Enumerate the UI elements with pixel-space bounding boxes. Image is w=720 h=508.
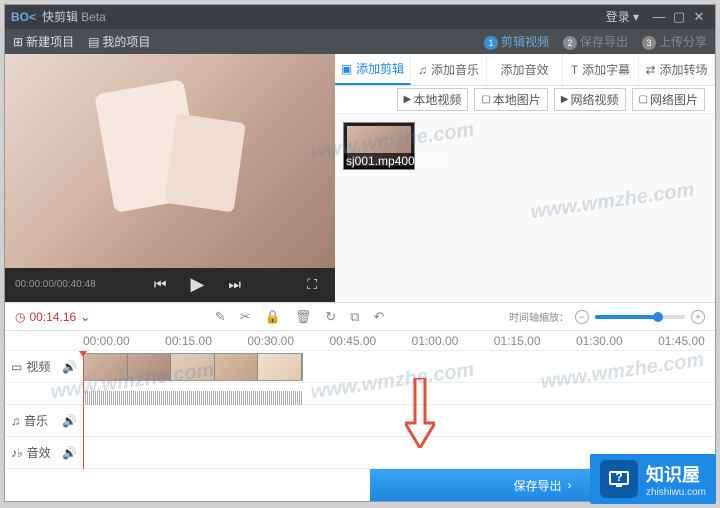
player-controls: 00:00:00/00:40:48 ⏮ ▶ ⏭ ⛶ [5,268,335,302]
clip-bin: sj001.mp400:40:48 [335,114,715,301]
svg-text:?: ? [615,470,622,484]
playhead[interactable] [83,351,84,469]
video-mute-button[interactable]: 🔊 [62,360,77,374]
trash-icon[interactable]: 🗑 [288,309,319,325]
music-track-icon: ♫ [11,414,20,428]
my-projects-button[interactable]: ▤我的项目 [88,33,150,50]
app-logo: BO< [11,10,36,24]
timeline: 00:00.00 00:15.00 00:30.00 00:45.00 01:0… [5,331,715,469]
beta-label: Beta [81,10,106,24]
audio-waveform-track [5,383,715,405]
timeline-ruler[interactable]: 00:00.00 00:15.00 00:30.00 00:45.00 01:0… [5,331,715,351]
close-button[interactable]: ✕ [689,9,709,25]
next-button[interactable]: ⏭ [220,276,249,293]
step-upload[interactable]: 3上传分享 [642,33,707,50]
net-image-button[interactable]: ▢网络图片 [632,88,705,111]
net-video-button[interactable]: ▶网络视频 [554,88,626,111]
login-link[interactable]: 登录 ▾ [606,8,639,25]
clip-duration: 00:40:48 [401,154,448,168]
edit-toolbar: ◷ 00:14.16 ⌄ ✎ ✂ 🔒 🗑 ↻ ⧉ ↶ 时间轴缩放： − + [5,302,715,332]
tab-clip[interactable]: ▣添加剪辑 [335,54,411,85]
app-name: 快剪辑 [42,8,78,25]
zoom-slider[interactable] [595,315,685,319]
minimize-button[interactable]: — [649,9,669,24]
maximize-button[interactable]: ▢ [669,9,689,25]
local-video-button[interactable]: ▶本地视频 [397,88,469,111]
zoom-label: 时间轴缩放： [509,309,569,324]
film-icon: ▣ [341,62,352,76]
brand-cn: 知识屋 [646,461,706,487]
video-preview[interactable] [5,54,335,267]
chevron-right-icon: › [568,478,572,492]
video-track: ▭视频🔊 [5,351,715,383]
new-project-button[interactable]: ⊞新建项目 [13,33,74,50]
scissors-icon[interactable]: ✂ [233,309,258,325]
undo-icon[interactable]: ↶ [367,309,392,325]
prev-button[interactable]: ⏮ [146,276,175,293]
timeline-timecode: 00:14.16 [29,310,76,324]
lock-icon[interactable]: 🔒 [258,309,288,325]
video-player: 00:00:00/00:40:48 ⏮ ▶ ⏭ ⛶ [5,54,335,301]
folder-icon: ▤ [88,35,99,49]
video-track-icon: ▭ [11,360,22,374]
music-icon: ♫ [418,63,427,77]
tab-music[interactable]: ♫添加音乐 [411,54,487,85]
step-export[interactable]: 2保存导出 [563,33,628,50]
zoom-out-button[interactable]: − [575,310,589,324]
asset-tabs: ▣添加剪辑 ♫添加音乐 添加音效 T添加字幕 ⇄添加转场 [335,54,715,86]
copy-icon[interactable]: ⧉ [343,309,366,325]
clip-name: sj001.mp4 [346,154,401,168]
pencil-icon[interactable]: ✎ [208,309,233,325]
tab-subtitle[interactable]: T添加字幕 [563,54,639,85]
transition-icon: ⇄ [645,63,655,77]
brand-badge: ? 知识屋zhishiwu.com [590,454,716,504]
fullscreen-button[interactable]: ⛶ [299,276,325,293]
sfx-track-icon: ♪♭ [11,446,23,460]
local-image-button[interactable]: ▢本地图片 [474,88,547,111]
source-buttons: ▶本地视频 ▢本地图片 ▶网络视频 ▢网络图片 [335,86,715,114]
tab-sfx[interactable]: 添加音效 [487,54,563,85]
zoom-in-button[interactable]: + [691,310,705,324]
clip-thumbnail[interactable]: sj001.mp400:40:48 [343,122,415,170]
tab-transition[interactable]: ⇄添加转场 [639,54,715,85]
audio-waveform[interactable] [83,391,303,405]
text-icon: T [571,63,578,77]
titlebar: BO< 快剪辑 Beta 登录 ▾ — ▢ ✕ [5,5,715,29]
timeline-clip[interactable] [83,353,303,381]
chevron-down-icon[interactable]: ⌄ [80,310,90,324]
step-edit[interactable]: 1剪辑视频 [484,33,549,50]
clock-icon: ◷ [15,310,25,324]
brand-en: zhishiwu.com [646,487,706,498]
sfx-mute-button[interactable]: 🔊 [62,446,77,460]
music-track: ♫音乐🔊 [5,405,715,437]
brand-icon: ? [600,460,638,498]
menubar: ⊞新建项目 ▤我的项目 1剪辑视频 2保存导出 3上传分享 [5,29,715,55]
player-timecode: 00:00:00/00:40:48 [15,279,96,290]
plus-icon: ⊞ [13,35,23,49]
music-mute-button[interactable]: 🔊 [62,414,77,428]
refresh-icon[interactable]: ↻ [318,309,343,325]
play-button[interactable]: ▶ [183,274,213,295]
